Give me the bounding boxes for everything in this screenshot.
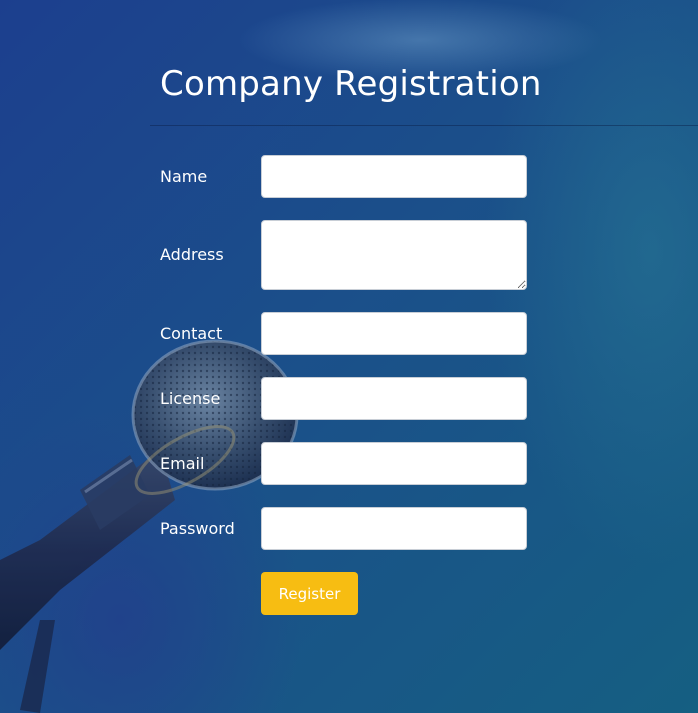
name-field[interactable]	[261, 155, 527, 198]
email-field[interactable]	[261, 442, 527, 485]
license-label: License	[160, 389, 221, 408]
license-field[interactable]	[261, 377, 527, 420]
contact-label: Contact	[160, 324, 223, 343]
address-label: Address	[160, 245, 224, 264]
name-label: Name	[160, 167, 208, 186]
page-title: Company Registration	[160, 64, 542, 104]
register-button[interactable]: Register	[261, 572, 358, 615]
password-field[interactable]	[261, 507, 527, 550]
title-divider	[150, 125, 698, 126]
password-label: Password	[160, 519, 235, 538]
email-label: Email	[160, 454, 205, 473]
address-field[interactable]	[261, 220, 527, 290]
contact-field[interactable]	[261, 312, 527, 355]
